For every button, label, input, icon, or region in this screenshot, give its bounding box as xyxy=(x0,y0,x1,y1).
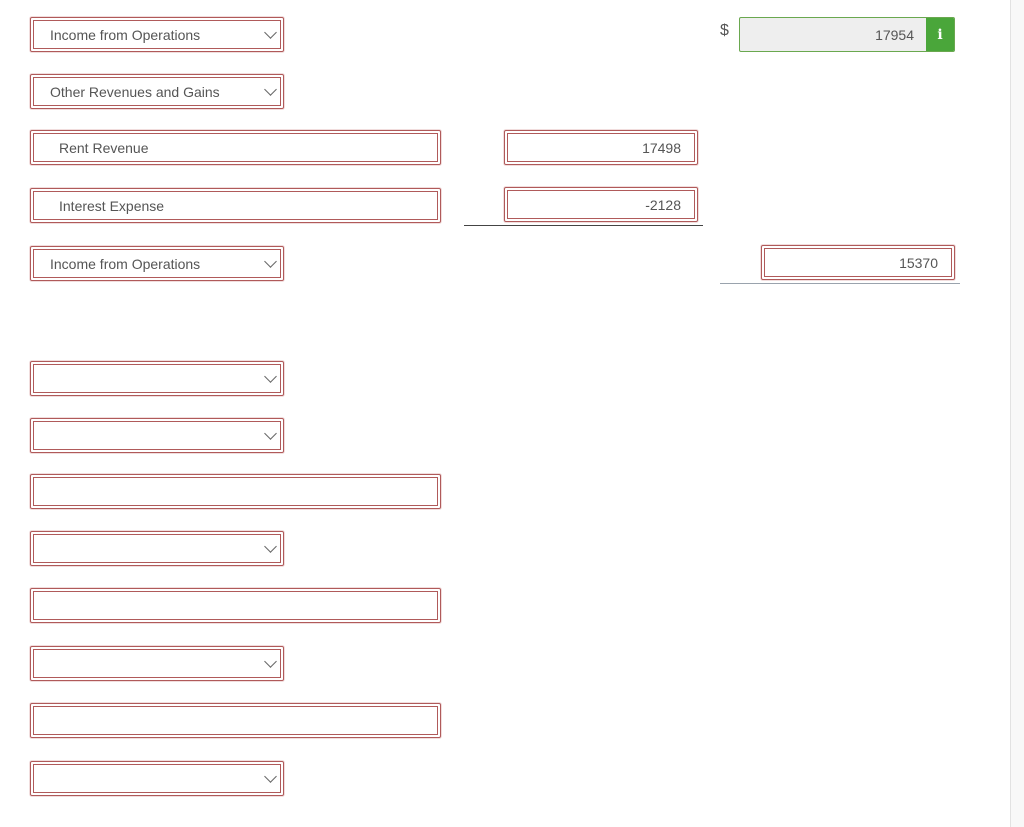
total-amount-value: 17954 xyxy=(875,26,914,43)
account-name-input-5[interactable] xyxy=(30,703,441,738)
currency-symbol: $ xyxy=(720,22,729,39)
account-name-input-4[interactable] xyxy=(30,588,441,623)
account-select-5[interactable] xyxy=(30,418,284,453)
subtotal-underline xyxy=(464,225,703,226)
account-select-6[interactable] xyxy=(30,531,284,566)
select-value: Income from Operations xyxy=(50,255,201,272)
account-name-input-3[interactable] xyxy=(30,474,441,509)
input-value: Rent Revenue xyxy=(59,139,149,156)
amount-input-1[interactable]: 17498 xyxy=(504,130,698,165)
account-name-input-2[interactable]: Interest Expense xyxy=(30,188,441,223)
input-value: Interest Expense xyxy=(59,197,165,214)
total-underline xyxy=(720,283,960,284)
info-icon[interactable]: i xyxy=(926,18,954,51)
input-value: 15370 xyxy=(899,254,938,271)
input-value: 17498 xyxy=(642,139,681,156)
total-amount-field[interactable]: 17954 i xyxy=(739,17,955,52)
account-select-4[interactable] xyxy=(30,361,284,396)
amount-input-2[interactable]: -2128 xyxy=(504,187,698,222)
account-select-2[interactable]: Other Revenues and Gains xyxy=(30,74,284,109)
select-value: Income from Operations xyxy=(50,26,201,43)
select-value: Other Revenues and Gains xyxy=(50,83,220,100)
input-value: -2128 xyxy=(645,196,681,213)
account-select-7[interactable] xyxy=(30,646,284,681)
account-name-input-1[interactable]: Rent Revenue xyxy=(30,130,441,165)
account-select-8[interactable] xyxy=(30,761,284,796)
total-input-2[interactable]: 15370 xyxy=(761,245,955,280)
account-select-3[interactable]: Income from Operations xyxy=(30,246,284,281)
right-side-panel xyxy=(1010,0,1024,827)
account-select-1[interactable]: Income from Operations xyxy=(30,17,284,52)
